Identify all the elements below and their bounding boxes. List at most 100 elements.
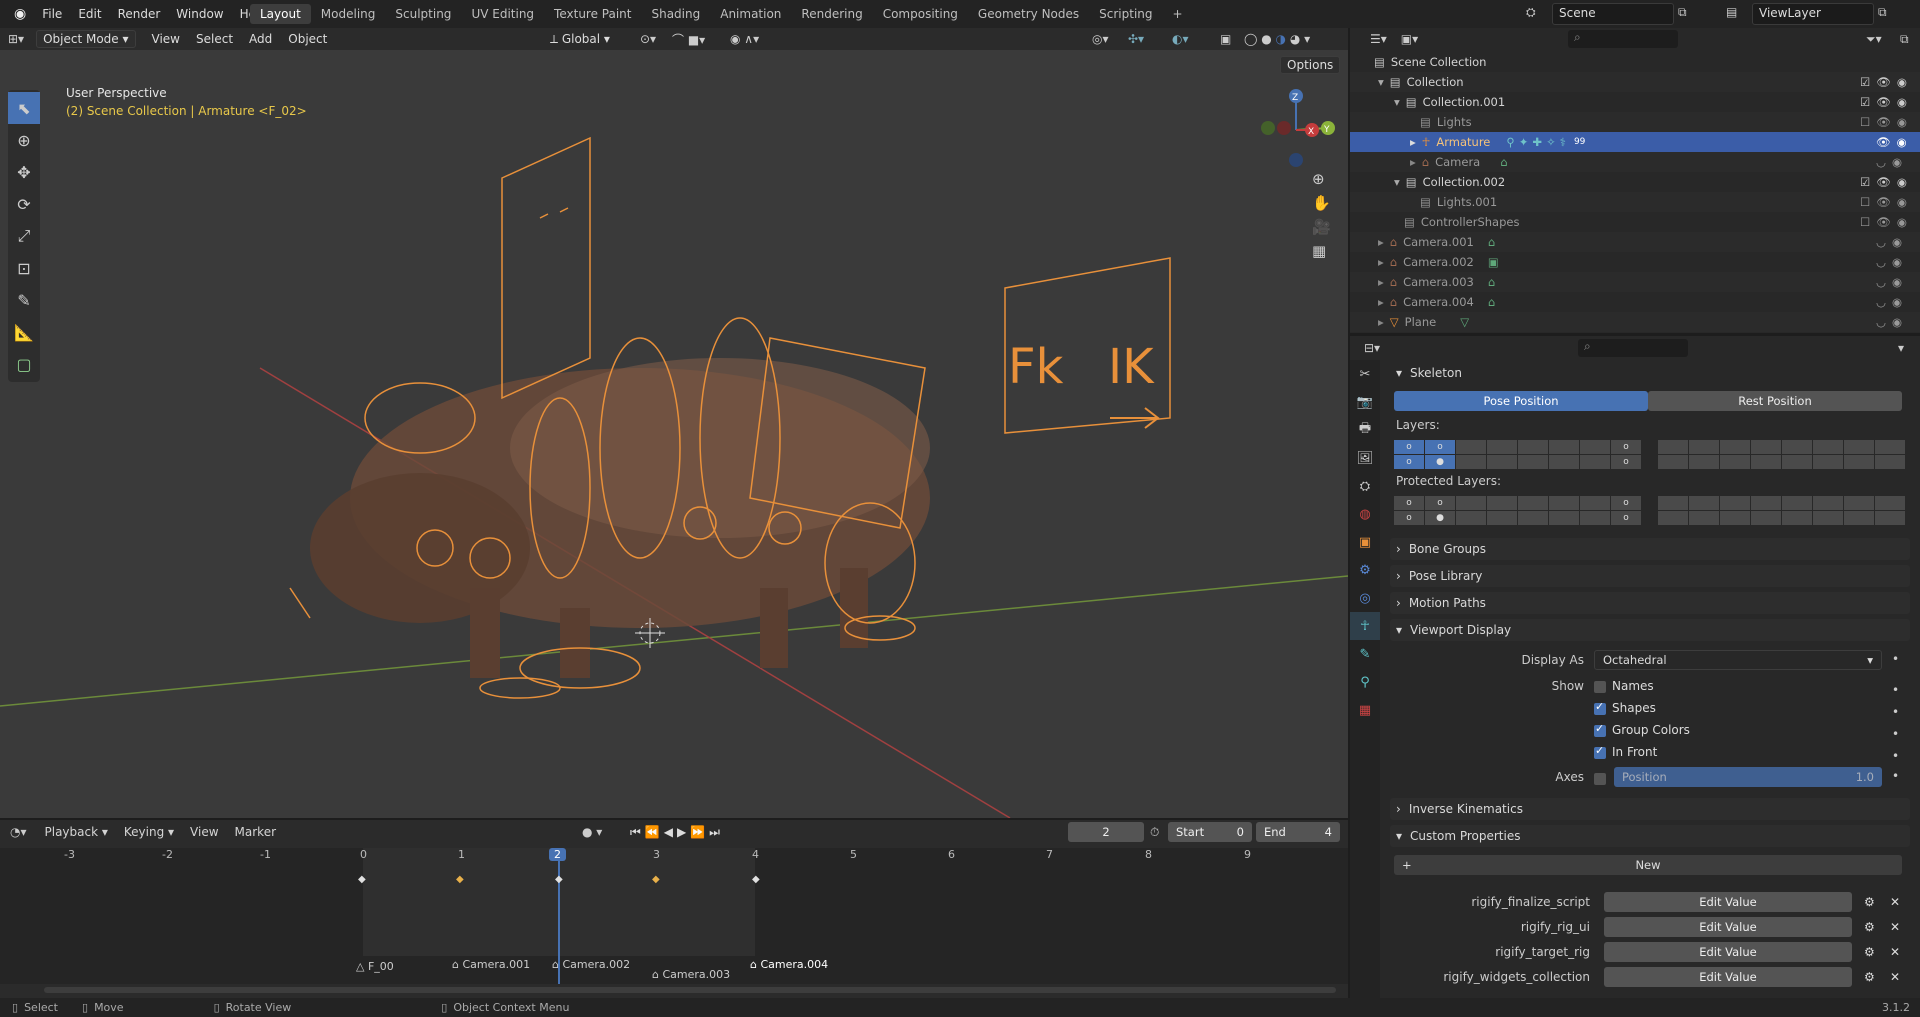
scale-icon[interactable]: ⤢ — [8, 220, 40, 252]
menu-window[interactable]: Window — [168, 7, 231, 21]
physics-tab-icon[interactable]: ◎ — [1350, 584, 1380, 612]
menu-file[interactable]: File — [34, 7, 70, 21]
protected-layers-grid-1[interactable]: ooo o ● o — [1394, 496, 1641, 525]
use-preview-range-icon[interactable]: ⏱ — [1150, 825, 1159, 840]
timeline-scrollbar[interactable] — [44, 987, 1336, 993]
playback-menu[interactable]: Playback ▾ — [37, 825, 116, 839]
edit-value-button[interactable]: Edit Value — [1604, 892, 1852, 912]
outliner-row-scene-collection[interactable]: ▤ Scene Collection — [1350, 52, 1920, 72]
world-tab-icon[interactable]: ◍ — [1350, 500, 1380, 528]
viewport-display-panel[interactable]: ▾ Viewport Display — [1390, 619, 1910, 641]
timeline-area[interactable]: -3 -2 -1 0 1 2 3 4 5 6 7 8 9 ◆ ◆ ◆ ◆ ◆ △… — [0, 848, 1348, 984]
options-button[interactable]: Options — [1280, 56, 1341, 74]
row-toggles[interactable]: ☑👁◉ — [1860, 75, 1913, 89]
group-colors-checkbox[interactable]: Group Colors — [1594, 722, 1690, 737]
armature-children-icons[interactable]: ⚲✦✚✧⚕ — [1506, 135, 1570, 149]
measure-icon[interactable]: 📐 — [8, 316, 40, 348]
animate-property-icons[interactable]: • • • • — [1892, 679, 1899, 767]
bone-constraint-tab-icon[interactable]: ⚲ — [1350, 668, 1380, 696]
zoom-icon[interactable]: ⊕ — [1312, 170, 1331, 188]
close-icon[interactable]: ✕ — [1890, 895, 1900, 909]
properties-options-icon[interactable]: ▾ — [1898, 341, 1904, 355]
view-layer-selector[interactable]: ViewLayer — [1752, 3, 1874, 25]
tab-geometry-nodes[interactable]: Geometry Nodes — [968, 4, 1089, 24]
gear-icon[interactable]: ⚙ — [1864, 970, 1875, 984]
tab-scripting[interactable]: Scripting — [1089, 4, 1162, 24]
end-frame-field[interactable]: End 4 — [1256, 822, 1340, 842]
3d-viewport[interactable]: Fk IK — [0, 28, 1348, 818]
outliner-row-armature[interactable]: ▸ ☥ Armature ⚲✦✚✧⚕ 99 👁◉ — [1350, 132, 1920, 152]
camera-data-icon[interactable]: ⌂ — [1500, 155, 1507, 169]
row-toggles[interactable]: ☐👁◉ — [1860, 195, 1913, 209]
tool-tab-icon[interactable]: ✂ — [1350, 360, 1380, 388]
axes-position-slider[interactable]: Position 1.0 — [1614, 767, 1882, 787]
pose-position-button[interactable]: Pose Position — [1394, 391, 1648, 411]
view-layer-icon[interactable]: ▤ — [1726, 5, 1737, 19]
blender-logo-icon[interactable]: ◉ — [6, 6, 34, 22]
new-scene-icon[interactable]: ⧉ — [1678, 5, 1687, 20]
row-toggles[interactable]: ◡◉ — [1876, 275, 1908, 289]
select-box-icon[interactable]: ⬉ — [8, 92, 40, 124]
tab-modeling[interactable]: Modeling — [311, 4, 386, 24]
overlay-toggle-icon[interactable]: ◐▾ — [1172, 32, 1189, 46]
gear-icon[interactable]: ⚙ — [1864, 895, 1875, 909]
add-workspace-button[interactable]: + — [1163, 4, 1193, 24]
properties-search-field[interactable]: ⌕ — [1578, 339, 1688, 357]
camera-data-icon[interactable]: ⌂ — [1488, 235, 1495, 249]
mesh-data-icon[interactable]: ▽ — [1460, 315, 1469, 329]
expand-icon[interactable]: ▾ — [1394, 175, 1400, 189]
outliner-row-lights-001[interactable]: ▤ Lights.001 ☐👁◉ — [1350, 192, 1920, 212]
outliner-row-lights[interactable]: ▤ Lights ☐👁◉ — [1350, 112, 1920, 132]
xray-icon[interactable]: ▣ — [1220, 32, 1231, 46]
marker-camera-003[interactable]: ⌂ Camera.003 — [652, 968, 730, 981]
outliner-search-field[interactable]: ⌕ — [1568, 30, 1678, 48]
animate-property-icon[interactable]: • — [1892, 769, 1899, 783]
expand-icon[interactable]: ▸ — [1410, 155, 1416, 169]
add-cube-icon[interactable]: ▢ — [8, 348, 40, 380]
expand-icon[interactable]: ▾ — [1394, 95, 1400, 109]
marker-f00[interactable]: △ F_00 — [356, 960, 394, 973]
keyframe[interactable]: ◆ — [752, 874, 760, 885]
row-toggles[interactable]: ☐👁◉ — [1860, 115, 1913, 129]
modifier-tab-icon[interactable]: ⚙ — [1350, 556, 1380, 584]
annotate-icon[interactable]: ✎ — [8, 284, 40, 316]
viewport-menu-view[interactable]: View — [144, 32, 188, 46]
keyframe[interactable]: ◆ — [358, 874, 366, 885]
tab-rendering[interactable]: Rendering — [791, 4, 872, 24]
layers-grid-2[interactable] — [1658, 440, 1905, 469]
scene-icon[interactable]: ⛭ — [1526, 5, 1536, 20]
edit-value-button[interactable]: Edit Value — [1604, 967, 1852, 987]
mode-selector[interactable]: Object Mode ▾ — [36, 30, 136, 48]
ortho-grid-icon[interactable]: ▦ — [1312, 242, 1331, 260]
menu-edit[interactable]: Edit — [70, 7, 109, 21]
expand-icon[interactable]: ▸ — [1378, 315, 1384, 329]
outliner-row-camera[interactable]: ▸ ⌂ Camera ⌂ ◡◉ — [1350, 152, 1920, 172]
playback-controls[interactable]: ⏮⏪◀▶⏩⏭ — [630, 825, 724, 840]
marker-camera-002[interactable]: ⌂ Camera.002 — [552, 958, 630, 971]
keyframe[interactable]: ◆ — [555, 874, 563, 885]
animate-property-icon[interactable]: • — [1892, 652, 1899, 666]
outliner-row-camera-001[interactable]: ▸ ⌂ Camera.001 ⌂ ◡◉ — [1350, 232, 1920, 252]
shapes-checkbox[interactable]: Shapes — [1594, 700, 1656, 715]
pose-library-panel[interactable]: › Pose Library — [1390, 565, 1910, 587]
layers-grid-1[interactable]: ooo o ● o — [1394, 440, 1641, 469]
display-as-dropdown[interactable]: Octahedral ▾ — [1594, 650, 1882, 670]
names-checkbox[interactable]: Names — [1594, 679, 1654, 693]
row-toggles[interactable]: ◡◉ — [1876, 255, 1908, 269]
new-view-layer-icon[interactable]: ⧉ — [1878, 5, 1887, 20]
bone-tab-icon[interactable]: ✎ — [1350, 640, 1380, 668]
start-frame-field[interactable]: Start 0 — [1168, 822, 1252, 842]
armature-data-tab-icon[interactable]: ☥ — [1350, 612, 1380, 640]
rest-position-button[interactable]: Rest Position — [1648, 391, 1902, 411]
properties-editor-type-icon[interactable]: ⊟▾ — [1364, 341, 1380, 355]
object-tab-icon[interactable]: ▣ — [1350, 528, 1380, 556]
scene-tab-icon[interactable]: ⛭ — [1350, 472, 1380, 500]
timeline-view-menu[interactable]: View — [182, 825, 226, 839]
row-toggles[interactable]: ◡◉ — [1876, 155, 1908, 169]
expand-icon[interactable]: ▸ — [1378, 275, 1384, 289]
editor-type-icon[interactable]: ⊞▾ — [8, 32, 24, 46]
move-icon[interactable]: ✥ — [8, 156, 40, 188]
tab-compositing[interactable]: Compositing — [873, 4, 968, 24]
expand-icon[interactable]: ▸ — [1378, 295, 1384, 309]
menu-render[interactable]: Render — [110, 7, 169, 21]
